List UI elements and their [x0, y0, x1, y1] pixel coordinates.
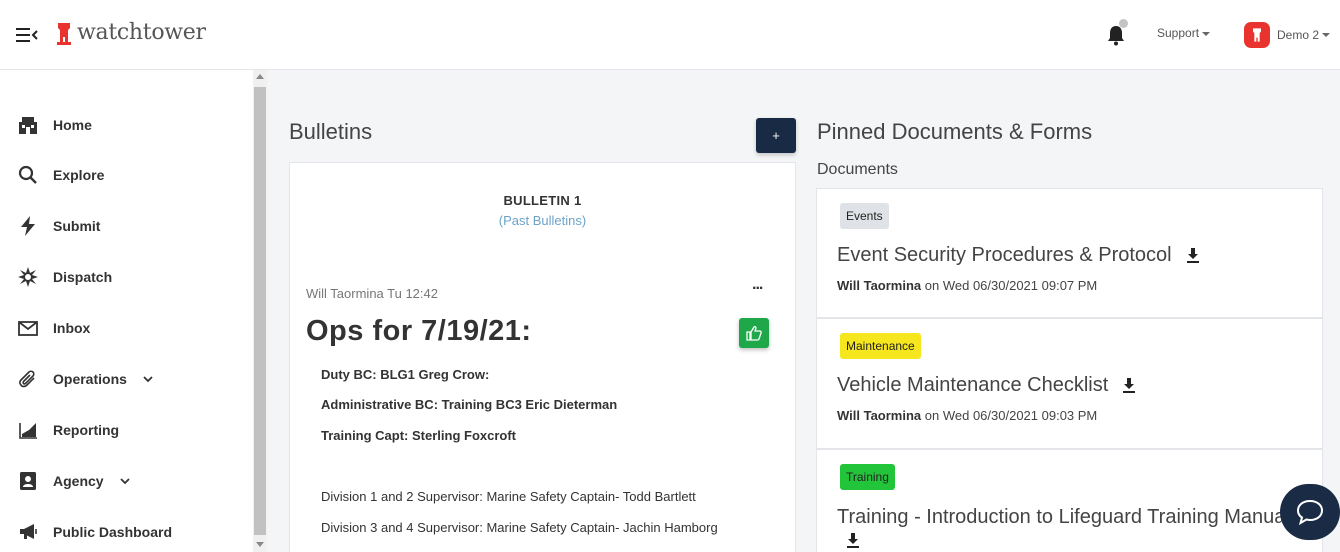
megaphone-icon — [17, 521, 39, 543]
tower-logo-icon — [57, 22, 71, 45]
sidebar-item-label: Public Dashboard — [53, 524, 173, 540]
more-options-button[interactable]: ... — [752, 276, 763, 294]
document-card: Maintenance Vehicle Maintenance Checklis… — [816, 318, 1323, 449]
sidebar-item-home[interactable]: Home — [0, 105, 253, 145]
sidebar: Home Explore Submit Dispatch Inbox Opera… — [0, 70, 253, 552]
document-meta: Will Taormina on Wed 06/30/2021 09:07 PM — [837, 278, 1097, 293]
sidebar-item-label: Inbox — [53, 320, 91, 336]
envelope-icon — [17, 317, 39, 339]
app-name: watchtower — [77, 20, 206, 45]
bulletin-heading: BULLETIN 1 — [503, 193, 582, 208]
chat-button[interactable] — [1280, 484, 1340, 540]
document-title[interactable]: Training - Introduction to Lifeguard Tra… — [837, 506, 1290, 529]
sidebar-item-label: Dispatch — [53, 269, 113, 285]
bulletin-line: Administrative BC: Training BC3 Eric Die… — [321, 397, 618, 412]
sidebar-item-operations[interactable]: Operations — [0, 359, 253, 399]
pinned-documents-title: Pinned Documents & Forms — [817, 119, 1093, 144]
download-icon[interactable] — [1186, 247, 1200, 264]
sidebar-item-label: Explore — [53, 167, 105, 183]
past-bulletins-link[interactable]: (Past Bulletins) — [290, 213, 795, 228]
bulletin-line: Division 1 and 2 Supervisor: Marine Safe… — [321, 489, 696, 504]
category-tag[interactable]: Maintenance — [840, 333, 921, 359]
bulletin-line: Division 3 and 4 Supervisor: Marine Safe… — [321, 520, 718, 535]
add-bulletin-button[interactable]: + — [756, 118, 796, 153]
category-tag[interactable]: Training — [840, 464, 895, 490]
document-author: Will Taormina — [837, 278, 922, 293]
sidebar-item-public-dashboard[interactable]: Public Dashboard — [0, 512, 253, 552]
sidebar-item-dispatch[interactable]: Dispatch — [0, 257, 253, 297]
scroll-thumb[interactable] — [254, 87, 266, 535]
sidebar-item-label: Home — [53, 117, 92, 133]
document-title-row[interactable]: Event Security Procedures & Protocol — [837, 244, 1200, 267]
chevron-down-icon — [1202, 31, 1211, 36]
user-name: Demo 2 — [1277, 28, 1320, 42]
document-title[interactable]: Event Security Procedures & Protocol — [837, 244, 1172, 267]
chat-bubble-icon — [1296, 499, 1324, 526]
document-title[interactable]: Vehicle Maintenance Checklist — [837, 374, 1108, 397]
sidebar-item-label: Submit — [53, 218, 101, 234]
area-chart-icon — [17, 419, 39, 441]
bulletins-title: Bulletins — [289, 119, 373, 144]
scroll-up-arrow-icon[interactable] — [256, 74, 264, 79]
support-menu[interactable]: Support — [1157, 26, 1211, 40]
document-card: Events Event Security Procedures & Proto… — [816, 188, 1323, 318]
document-date: on Wed 06/30/2021 09:07 PM — [921, 278, 1098, 293]
id-badge-icon — [17, 470, 39, 492]
menu-collapse-icon[interactable] — [16, 27, 38, 43]
sidebar-scrollbar[interactable] — [253, 70, 267, 552]
lightning-icon — [17, 215, 39, 237]
thumbs-up-icon — [746, 325, 762, 341]
search-icon — [17, 164, 39, 186]
bulletin-title: Ops for 7/19/21: — [306, 315, 532, 347]
app-logo[interactable]: watchtower — [55, 20, 206, 45]
chevron-down-icon — [1322, 33, 1331, 37]
paperclip-icon — [17, 368, 39, 390]
bulletin-author: Will Taormina Tu 12:42 — [306, 286, 438, 301]
like-button[interactable] — [739, 318, 769, 348]
chevron-down-icon — [143, 376, 153, 383]
top-bar: watchtower Support Demo 2 — [0, 0, 1340, 70]
document-author: Will Taormina — [837, 408, 922, 423]
home-icon — [17, 114, 39, 136]
tower-logo-icon — [1253, 28, 1261, 42]
user-menu[interactable]: Demo 2 — [1244, 22, 1331, 48]
sidebar-item-explore[interactable]: Explore — [0, 155, 253, 195]
document-title-row[interactable]: Training - Introduction to Lifeguard Tra… — [837, 506, 1290, 529]
document-title-row[interactable]: Vehicle Maintenance Checklist — [837, 374, 1136, 397]
sidebar-item-label: Reporting — [53, 422, 120, 438]
bulletin-card: BULLETIN 1 (Past Bulletins) Will Taormin… — [289, 162, 796, 552]
document-card: Training Training - Introduction to Life… — [816, 449, 1323, 552]
sidebar-item-label: Operations — [53, 371, 127, 387]
chevron-down-icon — [120, 478, 130, 485]
notification-dot — [1119, 19, 1128, 28]
sidebar-item-submit[interactable]: Submit — [0, 206, 253, 246]
sidebar-item-reporting[interactable]: Reporting — [0, 410, 253, 450]
bulletin-line: Training Capt: Sterling Foxcroft — [321, 428, 517, 443]
sidebar-item-agency[interactable]: Agency — [0, 461, 253, 501]
sidebar-item-label: Agency — [53, 473, 104, 489]
scroll-down-arrow-icon[interactable] — [256, 542, 264, 547]
support-label: Support — [1157, 26, 1200, 40]
starburst-icon — [17, 266, 39, 288]
category-tag[interactable]: Events — [840, 203, 889, 229]
document-meta: Will Taormina on Wed 06/30/2021 09:03 PM — [837, 408, 1097, 423]
download-icon[interactable] — [846, 533, 860, 549]
document-date: on Wed 06/30/2021 09:03 PM — [921, 408, 1098, 423]
avatar — [1244, 22, 1270, 48]
documents-subtitle: Documents — [817, 161, 898, 178]
bulletin-line: Duty BC: BLG1 Greg Crow: — [321, 367, 490, 382]
sidebar-item-inbox[interactable]: Inbox — [0, 308, 253, 348]
download-icon[interactable] — [1122, 377, 1136, 394]
